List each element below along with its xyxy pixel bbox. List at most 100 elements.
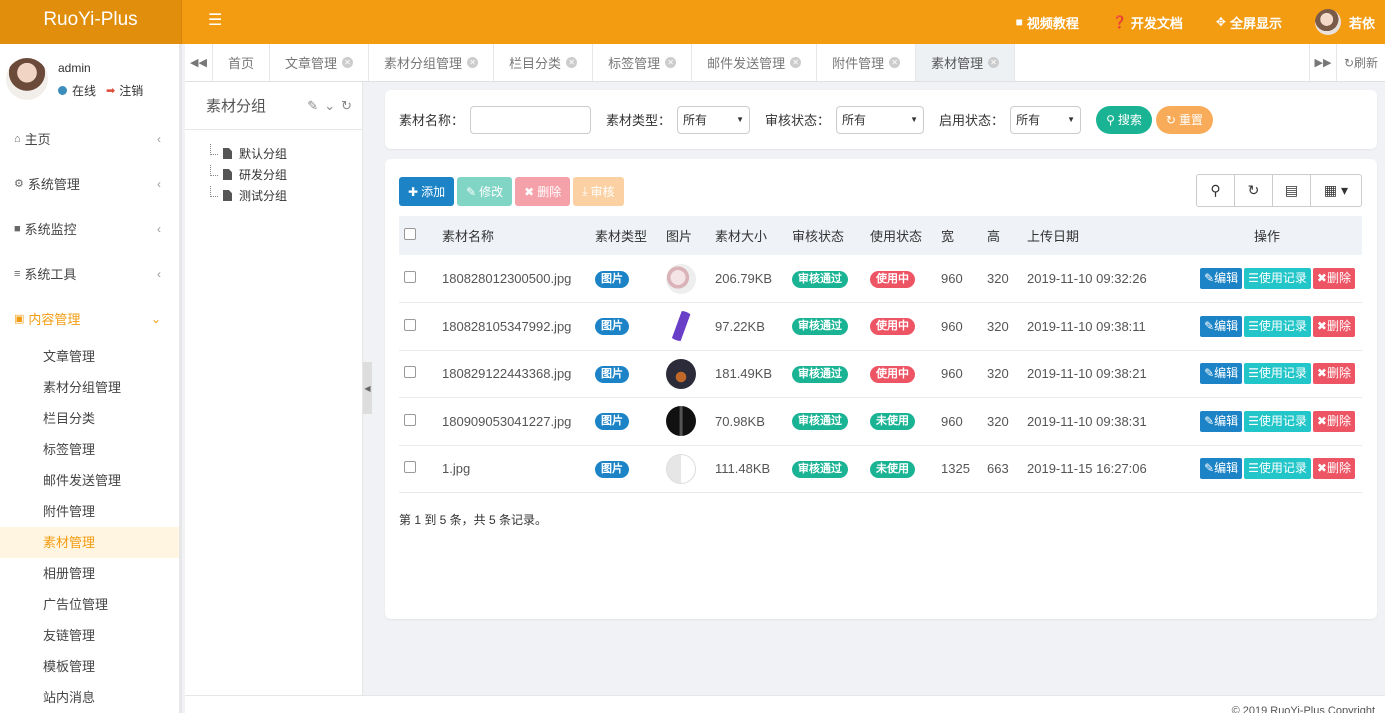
row-delete-button[interactable]: ✖删除: [1312, 363, 1355, 385]
fullscreen-link[interactable]: ✥ 全屏显示: [1216, 13, 1282, 32]
row-delete-button[interactable]: ✖删除: [1312, 410, 1355, 432]
thumbnail-image[interactable]: [666, 358, 696, 389]
row-checkbox[interactable]: [404, 366, 416, 379]
row-checkbox[interactable]: [404, 413, 416, 426]
submenu-item[interactable]: 站内消息: [0, 682, 179, 713]
col-height[interactable]: 高: [982, 216, 1022, 255]
refresh-icon[interactable]: ↻: [1235, 175, 1273, 206]
submenu-item[interactable]: 邮件发送管理: [0, 465, 179, 496]
tabs-scroll-right-icon[interactable]: ▶▶: [1309, 44, 1337, 81]
tree-node[interactable]: 研发分组: [185, 165, 362, 186]
submenu-item[interactable]: 文章管理: [0, 341, 179, 372]
enable-select[interactable]: 所有 ▼: [1010, 105, 1082, 134]
brand-logo[interactable]: RuoYi-Plus: [0, 0, 182, 44]
col-width[interactable]: 宽: [936, 216, 982, 255]
tab-attachment[interactable]: 附件管理 ✕: [817, 44, 917, 81]
col-type[interactable]: 素材类型: [590, 216, 661, 255]
audit-label: 审核状态：: [765, 113, 831, 128]
row-record-button[interactable]: ☰使用记录: [1244, 315, 1311, 337]
row-record-button[interactable]: ☰使用记录: [1244, 410, 1311, 432]
search-button[interactable]: ⚲ 搜索: [1096, 105, 1152, 134]
user-menu[interactable]: 若依: [1314, 9, 1375, 35]
submenu-item[interactable]: 相册管理: [0, 558, 179, 589]
row-delete-button[interactable]: ✖删除: [1312, 268, 1355, 289]
edit-icon[interactable]: ✎: [307, 98, 318, 114]
close-icon[interactable]: ✕: [790, 57, 802, 68]
col-use[interactable]: 使用状态: [865, 216, 936, 255]
refresh-button[interactable]: ↻ 刷新: [1337, 44, 1385, 81]
close-icon[interactable]: ✕: [467, 57, 479, 68]
col-date[interactable]: 上传日期: [1022, 216, 1172, 255]
toggle-view-icon[interactable]: ▤: [1273, 175, 1311, 206]
chevron-down-icon[interactable]: ⌄: [324, 98, 335, 114]
audit-select[interactable]: 所有 ▼: [836, 105, 925, 134]
col-name[interactable]: 素材名称: [437, 216, 590, 255]
add-button[interactable]: ✚ 添加: [399, 177, 455, 206]
row-edit-button[interactable]: ✎编辑: [1200, 268, 1243, 289]
sidebar-item-content[interactable]: ▣ 内容管理 ⌄: [0, 296, 179, 341]
logout-icon[interactable]: ➡: [106, 84, 115, 97]
close-icon[interactable]: ✕: [889, 57, 901, 68]
row-edit-button[interactable]: ✎编辑: [1200, 410, 1243, 432]
sidebar-item-system[interactable]: ⚙ 系统管理 ‹: [0, 161, 179, 206]
select-all-checkbox[interactable]: [404, 228, 416, 240]
row-edit-button[interactable]: ✎编辑: [1200, 458, 1243, 480]
row-checkbox[interactable]: [404, 271, 416, 283]
close-icon[interactable]: ✕: [342, 57, 354, 68]
tree-node[interactable]: 测试分组: [185, 186, 362, 207]
submenu-item-active[interactable]: 素材管理: [0, 527, 179, 558]
tabs-scroll-left-icon[interactable]: ◀◀: [185, 44, 213, 81]
thumbnail-image[interactable]: [666, 453, 696, 484]
video-tutorial-link[interactable]: ■ 视频教程: [1016, 13, 1079, 32]
sidebar-item-home[interactable]: ⌂ 主页 ‹: [0, 116, 179, 161]
close-icon[interactable]: ✕: [566, 57, 578, 68]
tab-home[interactable]: 首页: [213, 44, 271, 81]
search-toggle-icon[interactable]: ⚲: [1197, 175, 1235, 206]
submenu-item[interactable]: 广告位管理: [0, 589, 179, 620]
reset-button[interactable]: ↻ 重置: [1155, 105, 1213, 134]
tree-node[interactable]: 默认分组: [185, 144, 362, 165]
row-checkbox[interactable]: [404, 461, 416, 474]
tab-material-group[interactable]: 素材分组管理 ✕: [369, 44, 495, 81]
tab-mail[interactable]: 邮件发送管理 ✕: [692, 44, 818, 81]
tab-tag[interactable]: 标签管理 ✕: [593, 44, 693, 81]
tab-material[interactable]: 素材管理 ✕: [916, 44, 1016, 81]
row-record-button[interactable]: ☰使用记录: [1244, 458, 1311, 480]
col-size[interactable]: 素材大小: [710, 216, 787, 255]
thumbnail-image[interactable]: [666, 406, 696, 437]
submenu-item[interactable]: 标签管理: [0, 434, 179, 465]
sidebar-item-monitor[interactable]: ■ 系统监控 ‹: [0, 206, 179, 251]
edit-button[interactable]: ✎ 修改: [457, 177, 513, 206]
row-checkbox[interactable]: [404, 318, 416, 331]
refresh-icon[interactable]: ↻: [341, 98, 352, 114]
logout-link[interactable]: 注销: [119, 82, 143, 99]
submenu-item[interactable]: 附件管理: [0, 496, 179, 527]
col-audit[interactable]: 审核状态: [787, 216, 865, 255]
menu-toggle-icon[interactable]: ☰: [208, 10, 222, 30]
close-icon[interactable]: ✕: [988, 57, 1000, 68]
thumbnail-image[interactable]: [666, 263, 696, 294]
sidebar-item-tools[interactable]: ≡ 系统工具 ‹: [0, 251, 179, 296]
tab-category[interactable]: 栏目分类 ✕: [494, 44, 594, 81]
col-image[interactable]: 图片: [661, 216, 710, 255]
close-icon[interactable]: ✕: [665, 57, 677, 68]
tab-article[interactable]: 文章管理 ✕: [270, 44, 370, 81]
collapse-handle-icon[interactable]: ◀: [363, 362, 372, 414]
submenu-item[interactable]: 素材分组管理: [0, 372, 179, 403]
submenu-item[interactable]: 模板管理: [0, 651, 179, 682]
type-select[interactable]: 所有 ▼: [677, 105, 751, 134]
docs-link[interactable]: ❓ 开发文档: [1112, 13, 1183, 32]
row-record-button[interactable]: ☰使用记录: [1244, 363, 1311, 385]
submenu-item[interactable]: 栏目分类: [0, 403, 179, 434]
submenu-item[interactable]: 友链管理: [0, 620, 179, 651]
thumbnail-image[interactable]: [666, 311, 696, 342]
name-input[interactable]: [470, 105, 592, 134]
row-edit-button[interactable]: ✎编辑: [1200, 363, 1243, 385]
row-edit-button[interactable]: ✎编辑: [1200, 315, 1243, 337]
row-record-button[interactable]: ☰使用记录: [1244, 268, 1311, 289]
columns-icon[interactable]: ▦ ▾: [1311, 175, 1361, 206]
row-delete-button[interactable]: ✖删除: [1312, 315, 1355, 337]
audit-button[interactable]: ⤓ 审核: [573, 177, 624, 206]
delete-button[interactable]: ✖ 删除: [515, 177, 571, 206]
row-delete-button[interactable]: ✖删除: [1312, 458, 1355, 480]
